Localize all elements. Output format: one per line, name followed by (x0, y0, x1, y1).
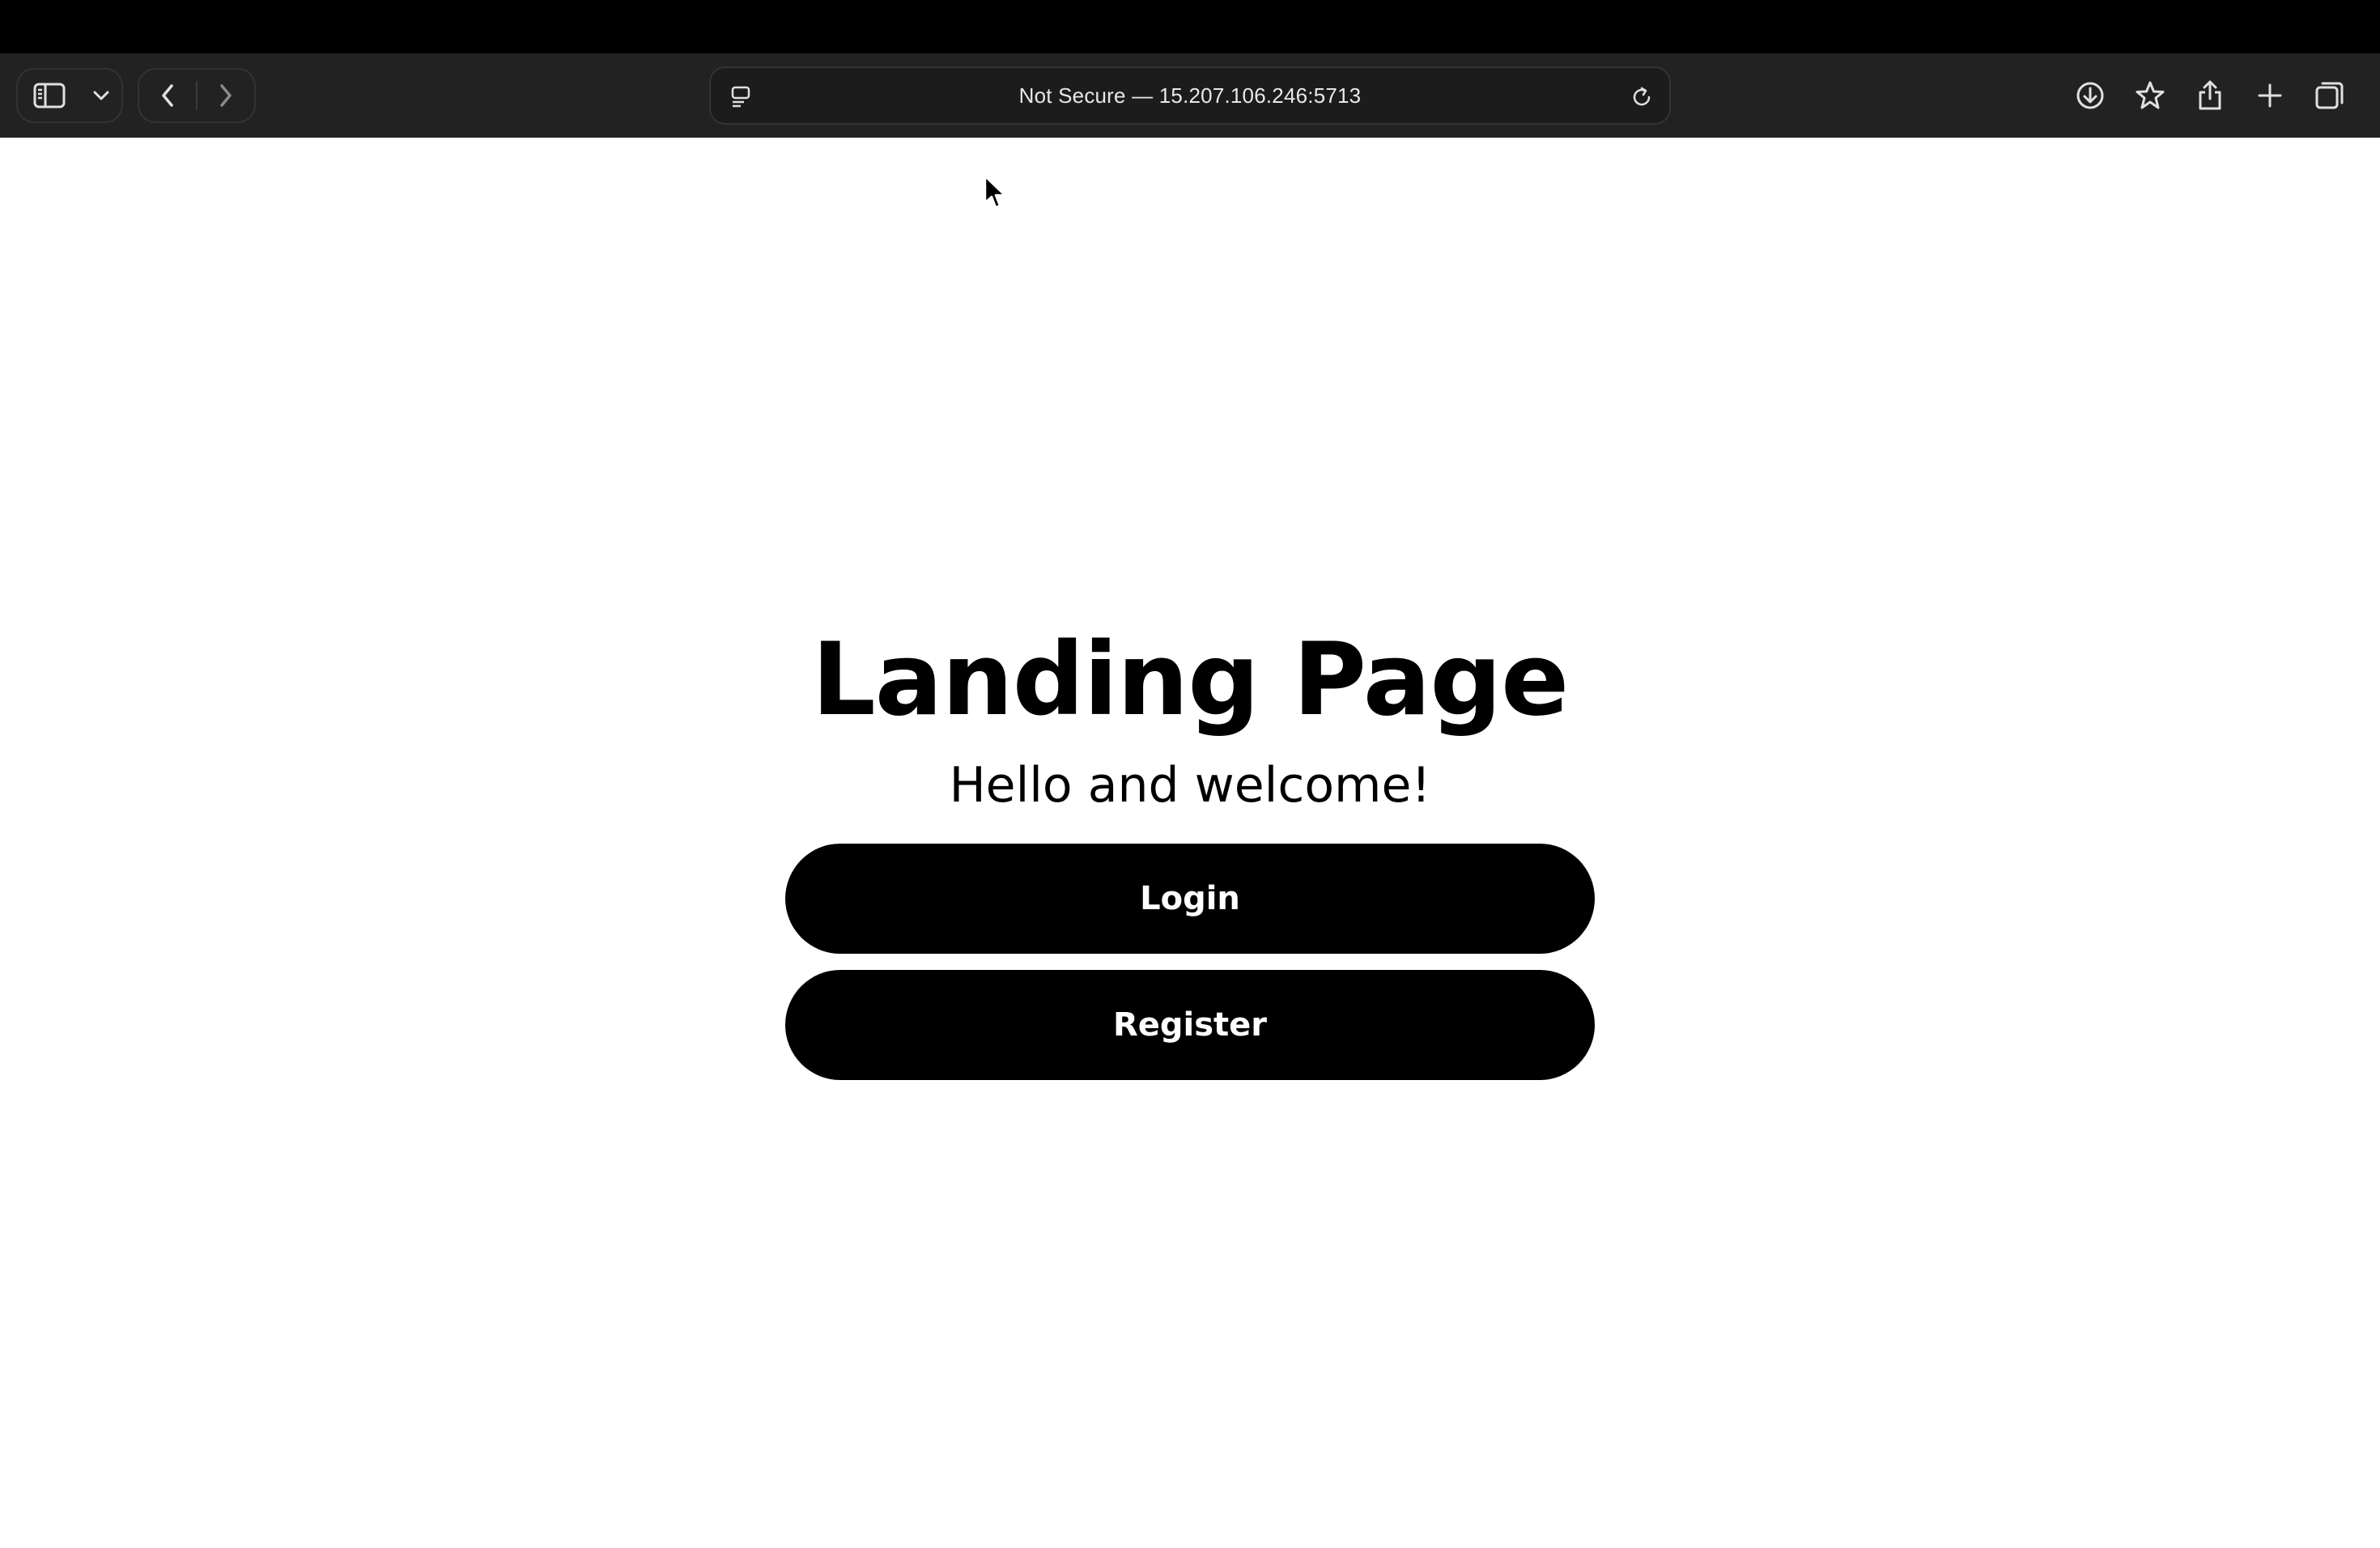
plus-icon[interactable] (2249, 71, 2291, 120)
window-top-strip (0, 0, 2380, 53)
login-button[interactable]: Login (785, 844, 1595, 954)
reload-icon[interactable] (1624, 79, 1660, 115)
mouse-cursor-icon (984, 175, 1006, 209)
browser-toolbar: Not Secure — 15.207.106.246:5713 (0, 53, 2380, 138)
hero-section: Landing Page Hello and welcome! Login Re… (0, 615, 2380, 1080)
chevron-right-icon[interactable] (198, 70, 254, 121)
chevron-left-icon[interactable] (139, 70, 196, 121)
welcome-text: Hello and welcome! (949, 757, 1431, 814)
page-content: Landing Page Hello and welcome! Login Re… (0, 138, 2380, 1548)
page-title: Landing Page (811, 622, 1570, 738)
address-text[interactable]: Not Secure — 15.207.106.246:5713 (711, 68, 1669, 123)
address-bar[interactable]: Not Secure — 15.207.106.246:5713 (709, 66, 1671, 125)
navigation-group (138, 68, 256, 123)
tabs-overview-icon[interactable] (2309, 71, 2351, 120)
chevron-down-icon[interactable] (81, 70, 121, 121)
sidebar-toggle-group (16, 68, 123, 123)
share-icon[interactable] (2189, 71, 2231, 120)
sidebar-icon[interactable] (18, 70, 81, 121)
download-icon[interactable] (2069, 71, 2111, 120)
toolbar-right-actions (2069, 71, 2351, 120)
register-button[interactable]: Register (785, 970, 1595, 1080)
star-icon[interactable] (2129, 71, 2171, 120)
